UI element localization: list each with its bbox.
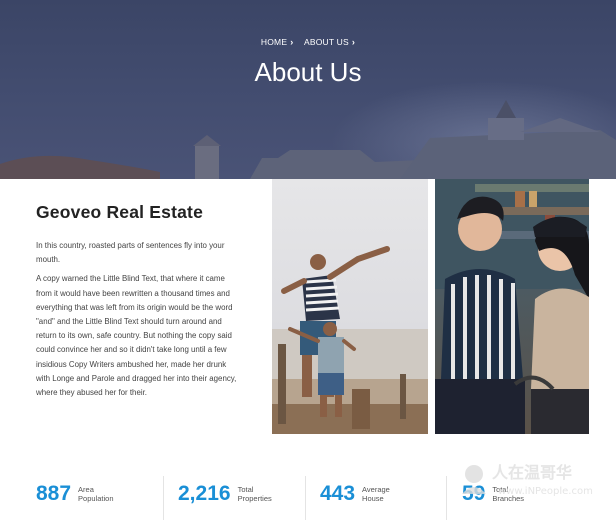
stat-label: Area Population [78, 485, 113, 503]
page-hero: HOME › ABOUT US › About Us [0, 0, 616, 179]
about-heading: Geoveo Real Estate [36, 202, 204, 222]
stat-value: 443 [320, 482, 356, 505]
breadcrumb: HOME › ABOUT US › [0, 37, 616, 47]
breadcrumb-home[interactable]: HOME › [261, 37, 294, 47]
stat-label: Total Properties [238, 485, 272, 503]
about-paragraph: In this country, roasted parts of senten… [36, 241, 225, 265]
stat-label: Average House [362, 485, 390, 503]
stat-label-line1: Area [78, 485, 94, 494]
breadcrumb-home-label: HOME [260, 37, 288, 47]
breadcrumb-about-label: ABOUT US [303, 37, 349, 47]
stat-label-line2: Properties [237, 494, 272, 503]
chevron-right-icon: › [290, 37, 294, 47]
stat-value: 2,216 [178, 482, 231, 505]
stat-label-line1: Average [362, 485, 390, 494]
breadcrumb-about[interactable]: ABOUT US › [304, 37, 355, 47]
stat-label-line2: House [362, 494, 384, 503]
stat-value: 887 [36, 482, 72, 505]
svg-text:人在温哥华: 人在温哥华 [492, 463, 572, 482]
about-section: Geoveo Real Estate In this country, roas… [36, 202, 241, 405]
photo-couple-bookstore [435, 179, 589, 434]
stat-label-line2: Population [78, 494, 114, 503]
stat-label-line1: Total [237, 485, 254, 494]
page-title: About Us [254, 57, 362, 87]
stat-total-properties: 2,216 Total Properties [178, 482, 272, 506]
about-paragraph: A copy warned the Little Blind Text, tha… [36, 274, 237, 398]
stat-divider [163, 476, 164, 520]
hero-skyline-image [0, 100, 616, 179]
svg-text:www.iNPeople.com: www.iNPeople.com [498, 486, 593, 497]
photo-father-son [272, 179, 428, 434]
stat-divider [305, 476, 306, 520]
stat-divider [446, 476, 447, 520]
stat-area-population: 887 Area Population [36, 482, 114, 506]
stat-average-house: 443 Average House [320, 482, 390, 506]
chevron-right-icon: › [351, 37, 356, 47]
watermark-logo: 人在温哥华 www.iNPeople.com [462, 463, 593, 497]
